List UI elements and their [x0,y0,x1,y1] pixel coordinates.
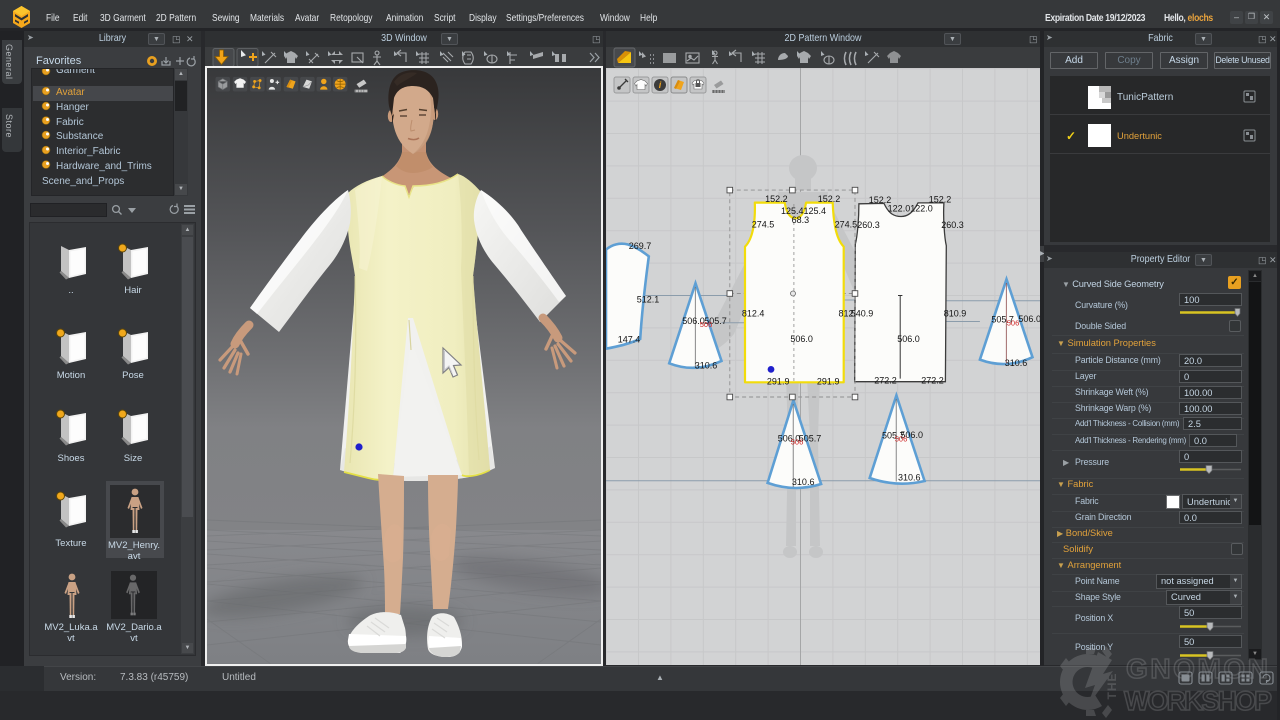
svg-text:310.6: 310.6 [792,477,815,487]
svg-text:274.5: 274.5 [835,220,858,230]
svg-text:274.5: 274.5 [752,220,775,230]
svg-text:506.0: 506.0 [897,334,920,344]
svg-text:272.2: 272.2 [874,376,897,386]
svg-text:506: 506 [1007,319,1020,328]
svg-text:310.6: 310.6 [898,472,921,482]
svg-text:506: 506 [700,320,713,329]
svg-text:THE: THE [1105,673,1119,700]
svg-text:269.7: 269.7 [629,241,652,251]
svg-text:310.6: 310.6 [695,361,718,371]
svg-text:810.9: 810.9 [944,309,967,319]
svg-text:506: 506 [895,435,908,444]
svg-text:152.2: 152.2 [765,194,788,204]
svg-text:260.3: 260.3 [857,220,880,230]
svg-text:506: 506 [791,438,804,447]
svg-text:812.4: 812.4 [742,309,765,319]
svg-text:152.2: 152.2 [818,194,841,204]
svg-text:291.9: 291.9 [817,377,840,387]
svg-text:147.4: 147.4 [618,335,641,345]
svg-text:310.6: 310.6 [1005,358,1028,368]
svg-text:WORKSHOP: WORKSHOP [1124,686,1272,716]
svg-text:512.1: 512.1 [637,295,660,305]
svg-text:506.0: 506.0 [1018,314,1040,324]
svg-text:291.9: 291.9 [767,377,790,387]
svg-text:260.3: 260.3 [941,220,964,230]
svg-text:506.0: 506.0 [790,334,813,344]
svg-text:68.3: 68.3 [792,215,810,225]
svg-text:122.0122.0: 122.0122.0 [888,204,933,214]
svg-text:540.9: 540.9 [851,309,874,319]
svg-text:272.2: 272.2 [921,376,944,386]
